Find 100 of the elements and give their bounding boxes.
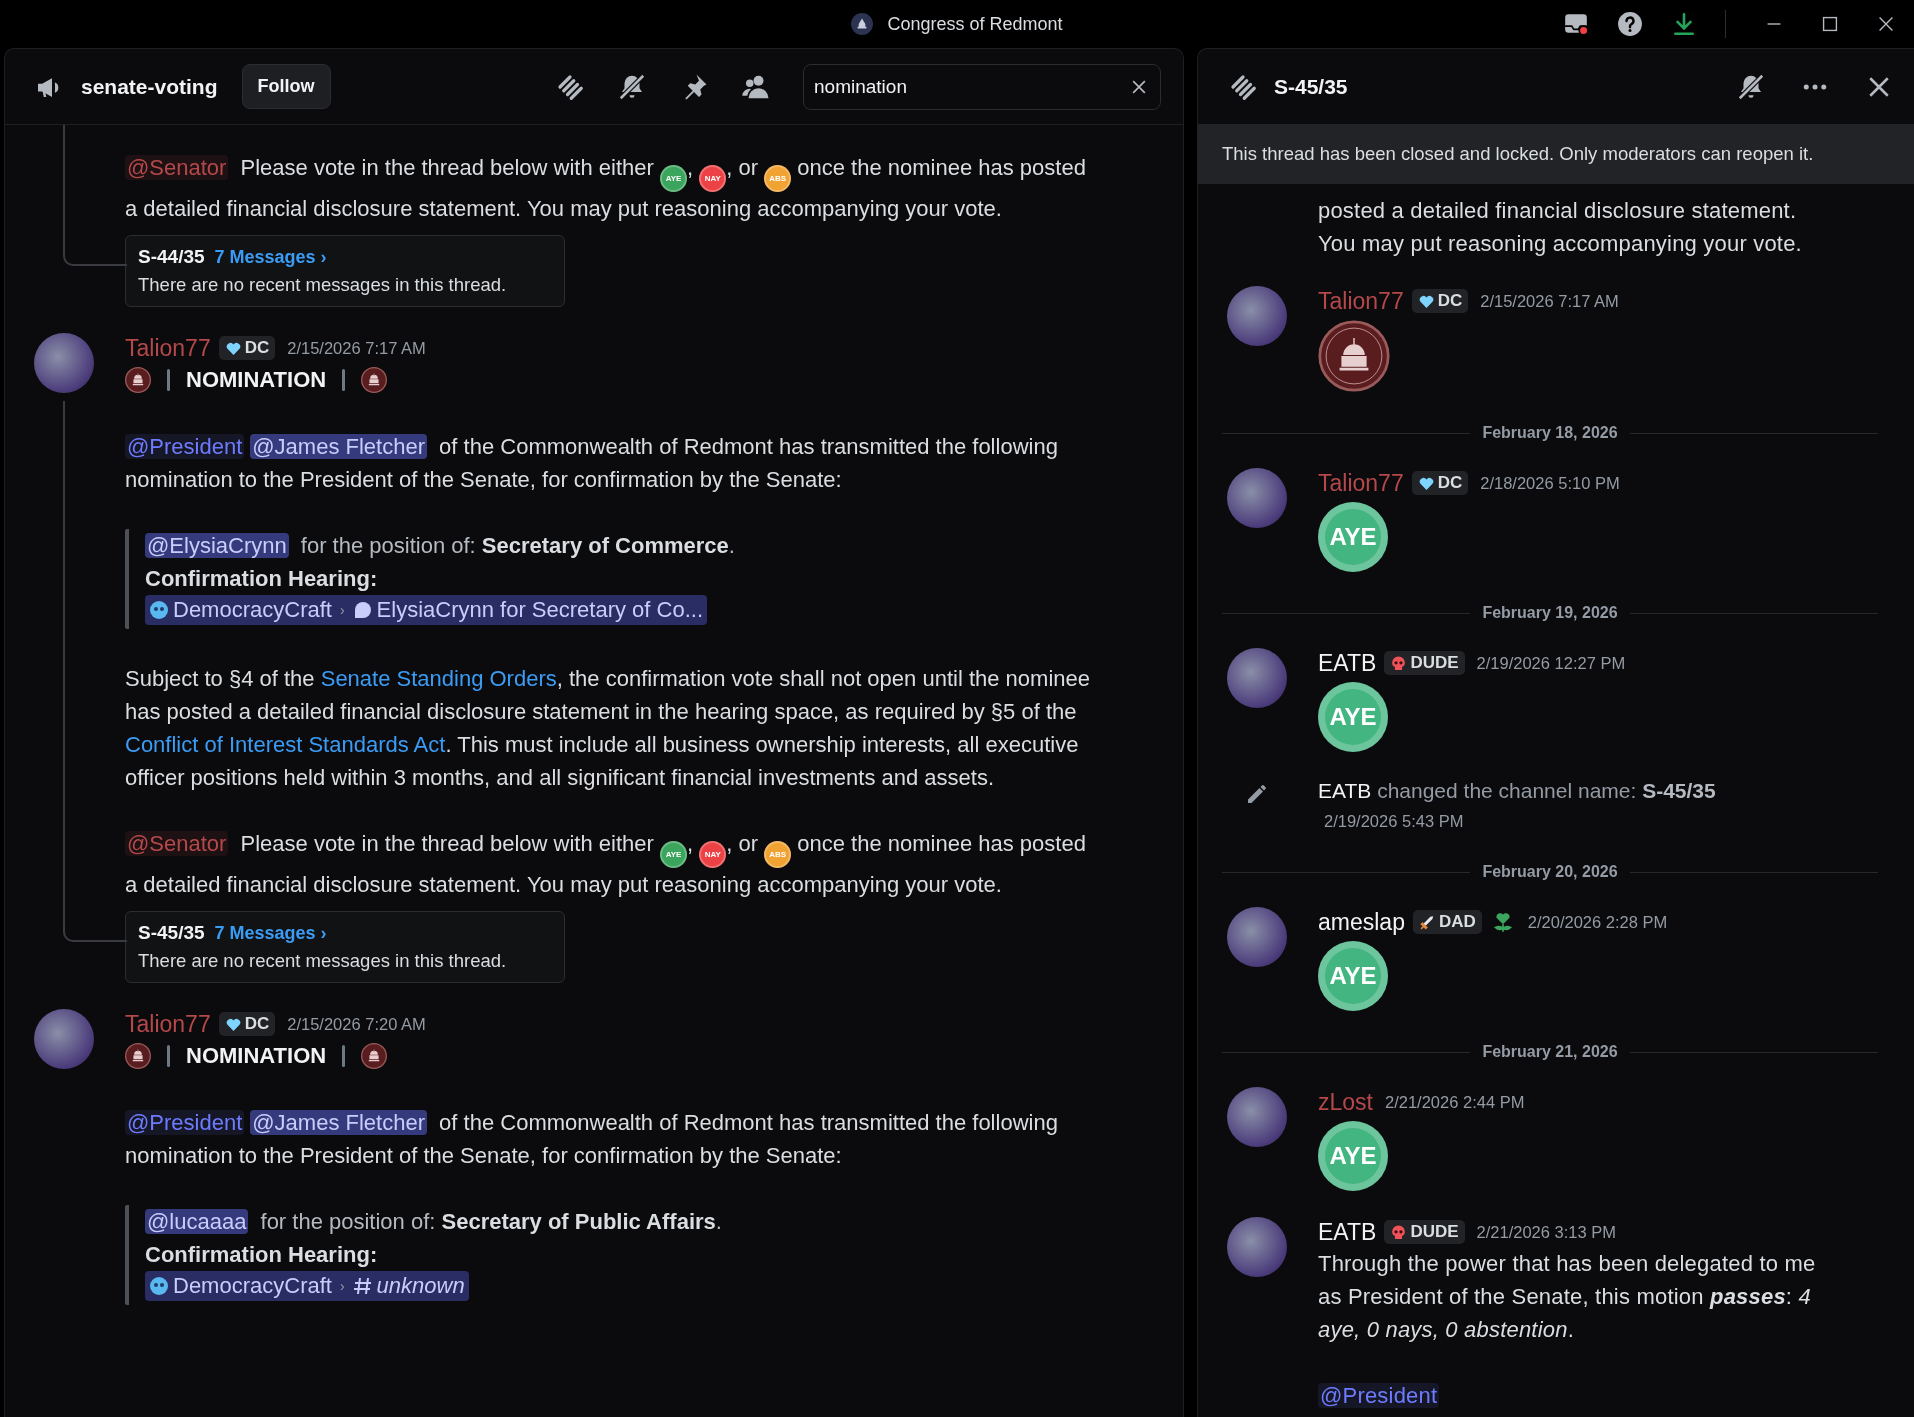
timestamp: 2/21/2026 3:13 PM xyxy=(1476,1222,1616,1242)
date-divider: February 19, 2026 xyxy=(1482,604,1618,622)
username[interactable]: zLost xyxy=(1318,1088,1373,1116)
role-mention[interactable]: @Senator xyxy=(125,155,229,180)
vote-emoji: AYE xyxy=(1318,502,1388,572)
quote-line: @lucaaaa for the position of: Secretary of Public Affairs. xyxy=(145,1208,723,1236)
bell-off-icon[interactable] xyxy=(1736,71,1766,102)
username[interactable]: Talion77 xyxy=(125,1010,211,1038)
server-icon xyxy=(851,13,874,35)
channel-link[interactable]: DemocracyCraft › unknown xyxy=(145,1271,469,1301)
server-tag[interactable]: DC xyxy=(218,1012,276,1036)
skull-icon xyxy=(1390,654,1408,672)
server-tag[interactable]: DUDE xyxy=(1384,1220,1465,1244)
timestamp: 2/21/2026 2:44 PM xyxy=(1385,1092,1525,1112)
message-text: @President @James Fletcher of the Commonwealth of Redmont has transmitted the following nomination to the President of the Senate, for confirmation by the Senate: xyxy=(125,1109,1059,1170)
vote-emoji: AYE xyxy=(1318,1121,1388,1191)
avatar[interactable] xyxy=(34,333,94,393)
message-text: posted a detailed financial disclosure statement. You may put reasoning accompanying your vote. xyxy=(1318,197,1803,258)
username[interactable]: ameslap xyxy=(1318,908,1405,936)
sword-icon xyxy=(1418,913,1436,931)
date-divider: February 21, 2026 xyxy=(1482,1043,1618,1061)
vote-emoji: AYE xyxy=(1318,941,1388,1011)
date-divider: February 18, 2026 xyxy=(1482,424,1618,442)
timestamp: 2/20/2026 2:28 PM xyxy=(1527,912,1668,932)
vote-emoji: AYE xyxy=(1318,682,1388,752)
thread-title: S-45/35 xyxy=(1274,74,1348,99)
message-text: @Senator Please vote in the thread below with either AYE , NAY , or ABS once the nominee has posted a detailed financial disclosure statement. You may put reasoning accompanying your vote. xyxy=(125,830,1087,899)
thread-preview: There are no recent messages in this thread. xyxy=(138,274,508,296)
system-message: EATB changed the channel name: S-45/35 xyxy=(1318,778,1717,804)
user-mention[interactable]: @ElysiaCrynn xyxy=(145,533,289,558)
quote-line: Confirmation Hearing: xyxy=(145,1241,379,1269)
server-tag[interactable]: DC xyxy=(1411,471,1469,495)
search-field[interactable]: nomination xyxy=(803,63,1161,110)
server-icon xyxy=(149,1276,169,1296)
capitol-seal-sticker xyxy=(1318,320,1390,392)
avatar[interactable] xyxy=(1227,907,1287,967)
vote-emoji: AYE xyxy=(660,165,687,192)
bell-off-icon[interactable] xyxy=(617,71,647,102)
username[interactable]: Talion77 xyxy=(1318,469,1404,497)
user-mention[interactable]: @lucaaaa xyxy=(145,1209,249,1234)
role-mention[interactable]: @Senator xyxy=(125,831,229,856)
avatar[interactable] xyxy=(34,1009,94,1069)
capitol-seal-icon xyxy=(361,1043,388,1069)
quote-line: Confirmation Hearing: xyxy=(145,565,379,593)
username[interactable]: EATB xyxy=(1318,649,1377,677)
speech-bubble-icon xyxy=(352,600,373,620)
heading: NOMINATION xyxy=(186,1043,327,1069)
user-mention[interactable]: @James Fletcher xyxy=(250,434,427,459)
thread-card[interactable]: S-44/35 7 Messages › There are no recent messages in this thread. xyxy=(125,235,565,307)
thread-name: S-45/35 xyxy=(138,922,205,944)
hash-icon xyxy=(352,1276,373,1296)
avatar[interactable] xyxy=(1227,468,1287,528)
vote-emoji: NAY xyxy=(699,165,727,192)
thread-name: S-44/35 xyxy=(138,246,205,268)
channel-link[interactable]: DemocracyCraft › ElysiaCrynn for Secretary of Co... xyxy=(145,595,708,625)
help-icon[interactable] xyxy=(1617,11,1643,37)
thread-card[interactable]: S-45/35 7 Messages › There are no recent messages in this thread. xyxy=(125,911,565,983)
timestamp: 2/15/2026 7:20 AM xyxy=(287,1014,426,1034)
server-tag[interactable]: DAD xyxy=(1412,910,1482,934)
message-text: Through the power that has been delegated to me as President of the Senate, this motion passes: 4 aye, 0 nays, 0 abstention. xyxy=(1318,1250,1817,1344)
server-tag[interactable]: DUDE xyxy=(1384,651,1465,675)
inbox-icon[interactable] xyxy=(1563,11,1589,37)
username[interactable]: Talion77 xyxy=(1318,287,1404,315)
avatar[interactable] xyxy=(1227,648,1287,708)
date-divider: February 20, 2026 xyxy=(1482,863,1618,881)
timestamp: 2/15/2026 7:17 AM xyxy=(1480,291,1619,311)
link[interactable]: Conflict of Interest Standards Act xyxy=(125,732,446,757)
role-mention[interactable]: @President xyxy=(125,1110,245,1135)
channel-name: senate-voting xyxy=(81,74,218,99)
message-count-link[interactable]: 7 Messages › xyxy=(214,247,327,268)
quote-line: @ElysiaCrynn for the position of: Secretary of Commerce. xyxy=(145,532,736,560)
capitol-seal-icon xyxy=(125,367,151,393)
heading: NOMINATION xyxy=(186,367,327,393)
skull-icon xyxy=(1390,1223,1408,1241)
pencil-icon xyxy=(1245,782,1269,806)
window-title: Congress of Redmont xyxy=(887,13,1063,35)
avatar[interactable] xyxy=(1227,286,1287,346)
thread-preview: There are no recent messages in this thread. xyxy=(138,950,508,972)
locked-notice: This thread has been closed and locked. Only moderators can reopen it. xyxy=(1198,124,1914,184)
link[interactable]: Senate Standing Orders xyxy=(320,666,557,691)
username[interactable]: Talion77 xyxy=(125,334,211,362)
vote-emoji: AYE xyxy=(660,841,687,868)
timestamp: 2/19/2026 5:43 PM xyxy=(1324,812,1465,831)
download-icon[interactable] xyxy=(1671,11,1697,37)
avatar[interactable] xyxy=(1227,1087,1287,1147)
username[interactable]: EATB xyxy=(1318,1218,1377,1246)
message-count-link[interactable]: 7 Messages › xyxy=(214,923,327,944)
avatar[interactable] xyxy=(1227,1217,1287,1277)
message-text: @President @James Fletcher of the Commonwealth of Redmont has transmitted the following nomination to the President of the Senate, for confirmation by the Senate: xyxy=(125,433,1059,494)
timestamp: 2/15/2026 7:17 AM xyxy=(287,338,426,358)
timestamp: 2/18/2026 5:10 PM xyxy=(1480,473,1620,493)
timestamp: 2/19/2026 12:27 PM xyxy=(1476,653,1626,673)
role-mention[interactable]: @President xyxy=(125,434,245,459)
user-mention[interactable]: @James Fletcher xyxy=(250,1110,427,1135)
server-tag[interactable]: DC xyxy=(1411,289,1469,313)
server-tag[interactable]: DC xyxy=(218,336,276,360)
vote-emoji: ABS xyxy=(764,841,792,868)
role-mention[interactable]: @President xyxy=(1318,1383,1440,1408)
capitol-seal-icon xyxy=(361,367,388,393)
follow-button[interactable]: Follow xyxy=(241,64,331,109)
